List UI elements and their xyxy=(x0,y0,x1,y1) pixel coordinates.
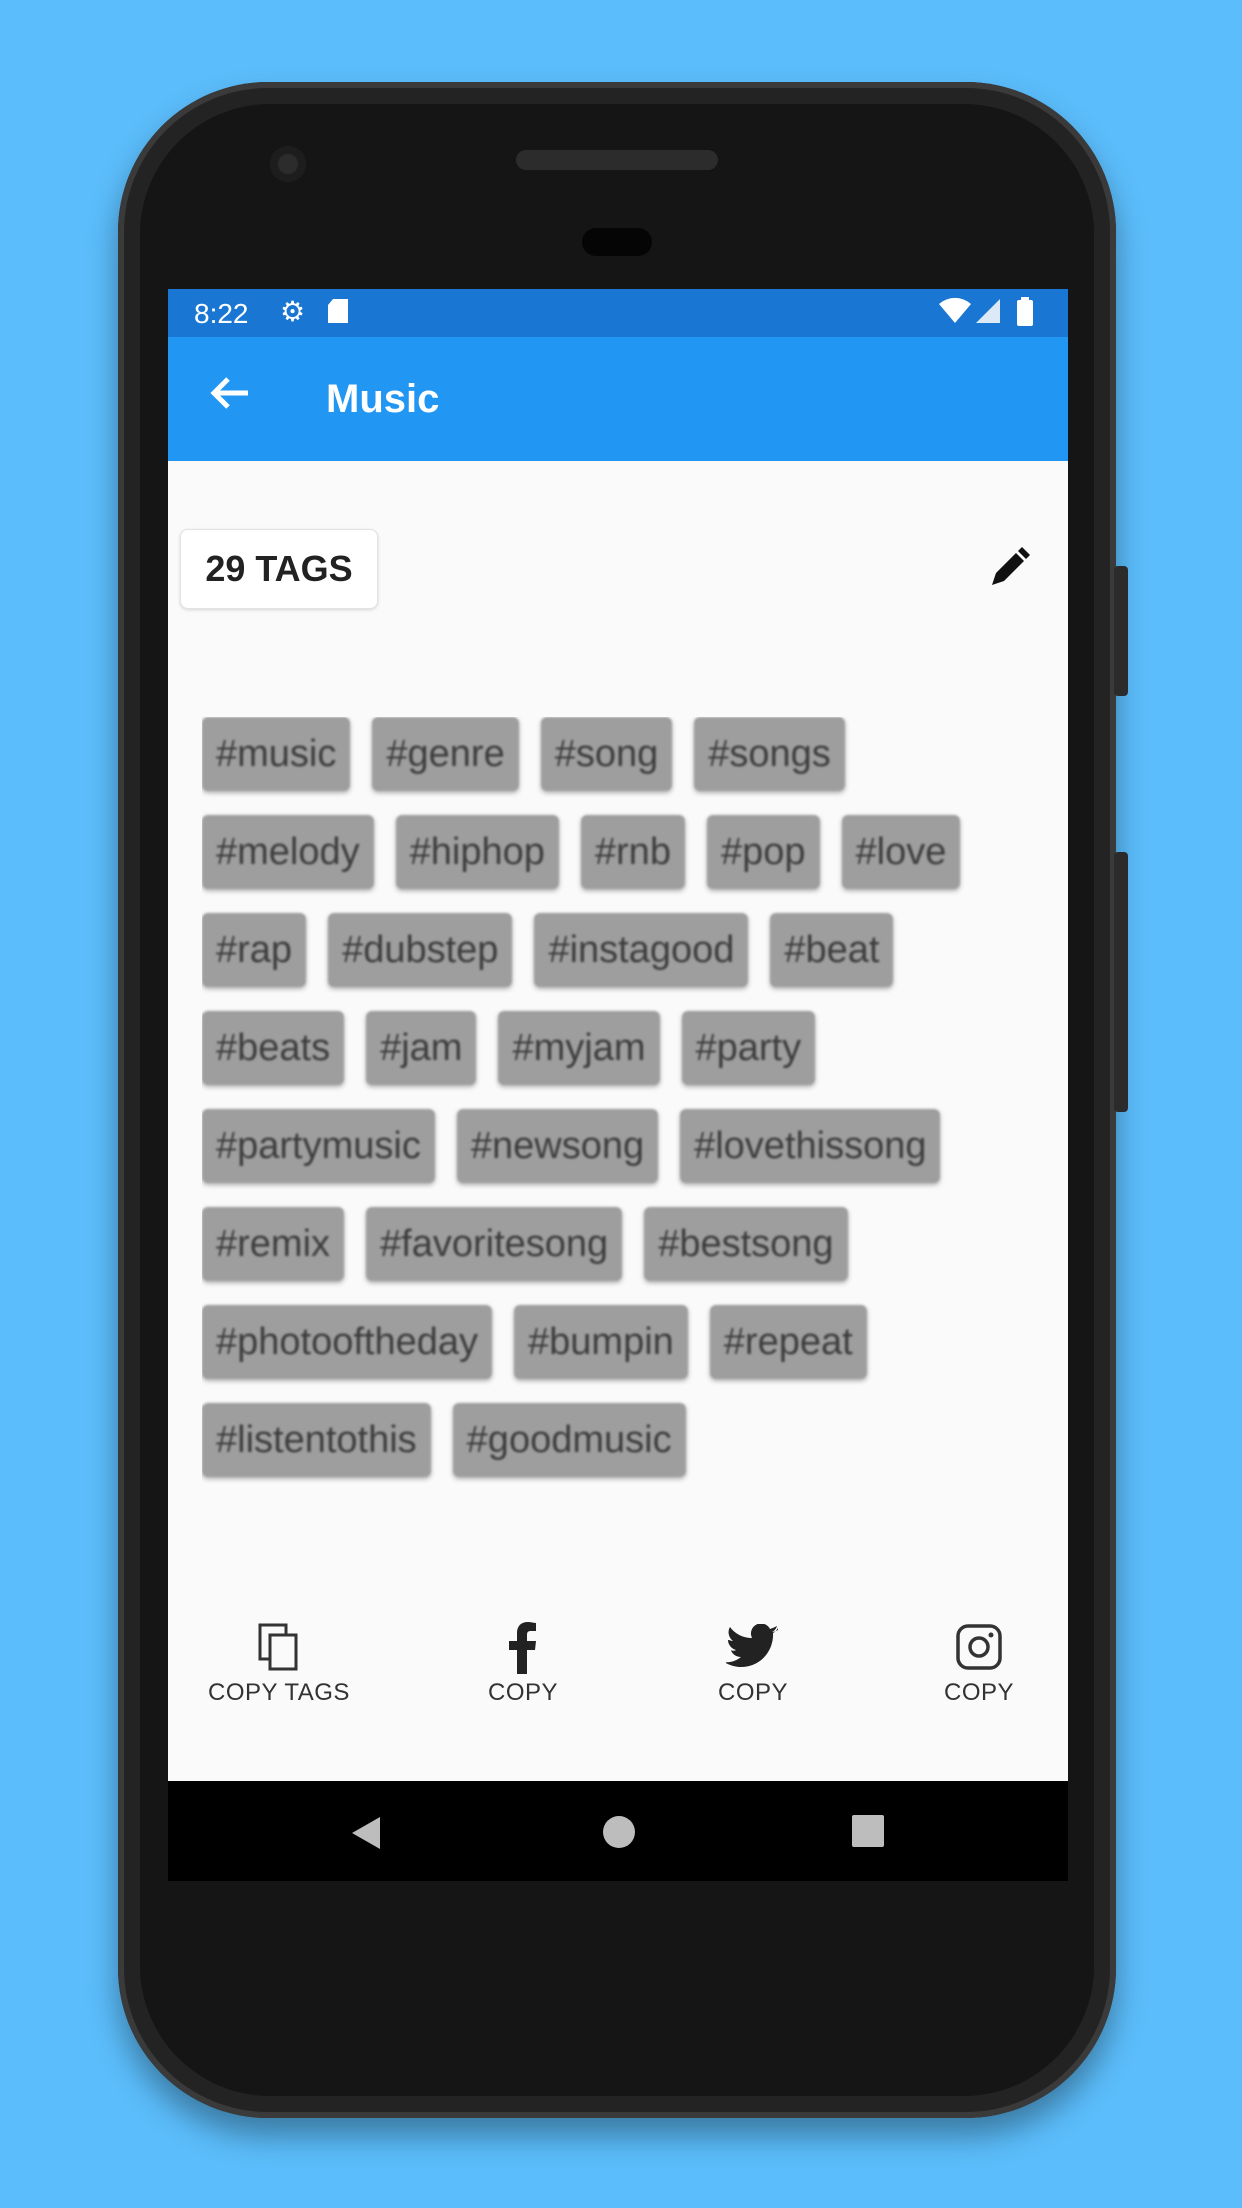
tag-chip[interactable]: #favoritesong xyxy=(366,1207,623,1281)
tag-list: #music #genre #song #songs #melody #hiphop #rn… xyxy=(202,717,1042,1529)
back-nav-icon[interactable] xyxy=(346,1813,386,1858)
tag-chip[interactable]: #repeat xyxy=(709,1305,867,1379)
tag-count-label: 29 TAGS xyxy=(205,548,353,589)
facebook-icon xyxy=(505,1619,541,1675)
tag-chip[interactable]: #rap xyxy=(202,913,307,987)
tag-chip[interactable]: #jam xyxy=(366,1011,477,1085)
tag-chip[interactable]: #party xyxy=(681,1011,816,1085)
twitter-copy-button[interactable]: COPY xyxy=(688,1619,818,1707)
app-bar: Music xyxy=(168,337,1068,461)
tag-chip[interactable]: #pop xyxy=(706,815,820,889)
tag-chip[interactable]: #newsong xyxy=(456,1109,659,1183)
status-bar: 8:22 ⚙ xyxy=(168,289,1068,337)
wifi-icon xyxy=(938,297,972,331)
screen: 8:22 ⚙ Music 29 TAGS #music #genre #song #s… xyxy=(168,289,1068,1881)
home-nav-icon[interactable] xyxy=(600,1813,638,1856)
twitter-copy-label: COPY xyxy=(717,1679,788,1706)
instagram-icon xyxy=(954,1619,1004,1675)
copy-icon xyxy=(256,1619,302,1675)
settings-icon: ⚙ xyxy=(280,296,306,327)
arrow-back-icon[interactable] xyxy=(208,371,252,426)
tag-chip[interactable]: #songs xyxy=(694,717,845,791)
status-time: 8:22 xyxy=(194,298,249,329)
copy-tags-label: COPY TAGS xyxy=(208,1679,350,1706)
tag-chip[interactable]: #partymusic xyxy=(202,1109,435,1183)
tag-chip[interactable]: #hiphop xyxy=(395,815,559,889)
tag-chip[interactable]: #music xyxy=(202,717,351,791)
power-button xyxy=(1114,566,1128,696)
tag-chip[interactable]: #rnb xyxy=(580,815,685,889)
volume-button xyxy=(1114,852,1128,1112)
tag-count-badge: 29 TAGS xyxy=(180,529,378,609)
front-camera xyxy=(270,146,306,182)
tag-chip[interactable]: #beat xyxy=(770,913,894,987)
facebook-copy-button[interactable]: COPY xyxy=(458,1619,588,1707)
battery-icon xyxy=(1016,297,1034,333)
tag-chip[interactable]: #photooftheday xyxy=(202,1305,493,1379)
page-title: Music xyxy=(326,377,440,421)
tag-chip[interactable]: #instagood xyxy=(534,913,749,987)
tag-chip[interactable]: #dubstep xyxy=(328,913,513,987)
tag-chip[interactable]: #bestsong xyxy=(644,1207,848,1281)
tag-chip[interactable]: #myjam xyxy=(498,1011,660,1085)
recents-nav-icon[interactable] xyxy=(850,1813,886,1854)
tag-chip[interactable]: #beats xyxy=(202,1011,345,1085)
facebook-copy-label: COPY xyxy=(487,1679,558,1706)
earpiece-speaker xyxy=(516,150,718,170)
tag-chip[interactable]: #listentothis xyxy=(202,1403,431,1477)
copy-tags-button[interactable]: COPY TAGS xyxy=(186,1619,372,1707)
signal-icon xyxy=(974,297,1002,331)
tag-chip[interactable]: #remix xyxy=(202,1207,345,1281)
tag-chip[interactable]: #genre xyxy=(372,717,519,791)
tag-chip[interactable]: #bumpin xyxy=(514,1305,688,1379)
tag-chip[interactable]: #lovethissong xyxy=(680,1109,941,1183)
tag-chip[interactable]: #love xyxy=(841,815,961,889)
tag-chip[interactable]: #melody xyxy=(202,815,374,889)
navigation-bar xyxy=(168,1781,1068,1881)
instagram-copy-label: COPY xyxy=(943,1679,1014,1706)
pencil-icon[interactable] xyxy=(978,539,1038,599)
twitter-icon xyxy=(726,1619,780,1675)
share-actions: COPY TAGS COPY COPY COPY xyxy=(168,1619,1068,1739)
instagram-copy-button[interactable]: COPY xyxy=(914,1619,1044,1707)
tag-chip[interactable]: #song xyxy=(540,717,673,791)
sd-card-icon xyxy=(326,297,350,331)
tag-chip[interactable]: #goodmusic xyxy=(452,1403,686,1477)
proximity-sensor xyxy=(582,228,652,256)
